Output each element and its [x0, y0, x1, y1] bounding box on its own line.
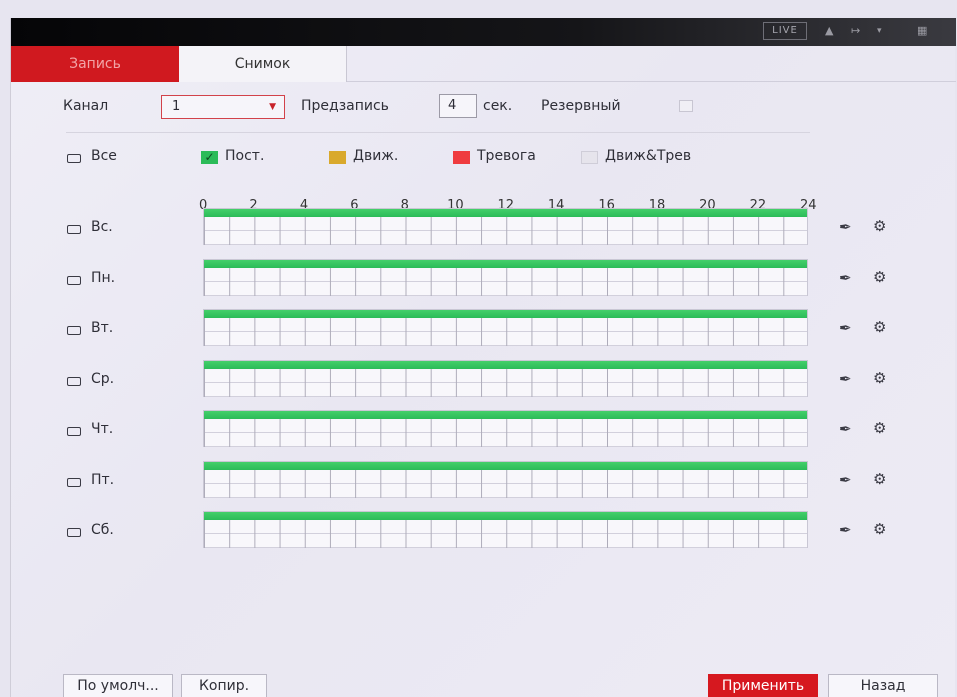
- record-period-bar[interactable]: [204, 209, 807, 217]
- day-checkbox[interactable]: [67, 427, 81, 436]
- gear-icon[interactable]: ⚙: [873, 520, 886, 538]
- schedule-timeline[interactable]: [203, 410, 808, 447]
- day-label: Пн.: [91, 269, 116, 286]
- legend-swatch-motion[interactable]: [329, 151, 346, 164]
- divider: [66, 132, 810, 133]
- day-checkbox[interactable]: [67, 326, 81, 335]
- tab-record[interactable]: Запись: [11, 46, 179, 82]
- reserve-checkbox[interactable]: [679, 100, 693, 112]
- day-label: Ср.: [91, 370, 115, 387]
- day-label: Вс.: [91, 219, 113, 235]
- day-checkbox[interactable]: [67, 376, 81, 386]
- record-period-bar[interactable]: [204, 259, 807, 268]
- tab-bar: Запись Снимок: [11, 46, 956, 82]
- pencil-icon[interactable]: ✒: [839, 521, 852, 539]
- record-period-bar[interactable]: [204, 512, 807, 520]
- timeline-grid: [204, 267, 807, 296]
- channel-label: Канал: [63, 98, 109, 114]
- prerecord-label: Предзапись: [301, 98, 389, 114]
- prerecord-unit: сек.: [483, 98, 513, 114]
- qr-icon[interactable]: ▦: [917, 24, 927, 37]
- schedule-timeline[interactable]: [203, 460, 808, 498]
- record-period-bar[interactable]: [204, 461, 807, 470]
- copy-button[interactable]: Копир.: [181, 674, 267, 697]
- default-button[interactable]: По умолч...: [63, 674, 173, 697]
- pencil-icon[interactable]: ✒: [839, 218, 852, 236]
- prerecord-input[interactable]: 4: [439, 94, 477, 118]
- gear-icon[interactable]: ⚙: [873, 268, 886, 286]
- gear-icon[interactable]: ⚙: [873, 369, 886, 387]
- record-period-bar[interactable]: [204, 411, 807, 419]
- gear-icon[interactable]: ⚙: [873, 419, 886, 437]
- day-checkbox[interactable]: [67, 275, 81, 285]
- day-checkbox[interactable]: [67, 225, 81, 234]
- live-button[interactable]: LIVE: [763, 22, 807, 40]
- back-button[interactable]: Назад: [828, 674, 938, 697]
- day-label: Пт.: [91, 471, 115, 488]
- legend-label-motion-alarm: Движ&Трев: [605, 148, 692, 164]
- schedule-timeline[interactable]: [203, 359, 808, 397]
- day-label: Сб.: [91, 522, 114, 538]
- day-checkbox[interactable]: [67, 477, 81, 487]
- schedule-timeline[interactable]: [203, 511, 808, 548]
- legend-label-constant: Пост.: [225, 148, 265, 164]
- timeline-grid: [204, 368, 807, 397]
- tab-snapshot[interactable]: Снимок: [179, 46, 347, 82]
- chevron-down-icon[interactable]: ▾: [877, 26, 882, 36]
- top-bar: LIVE ▲ ↦ ▾ ▦: [11, 18, 956, 46]
- legend-swatch-alarm[interactable]: [453, 151, 470, 164]
- select-all-checkbox[interactable]: [67, 154, 81, 163]
- channel-value: 1: [172, 99, 181, 114]
- channel-select[interactable]: 1 ▼: [161, 95, 285, 119]
- legend-swatch-motion-alarm[interactable]: [581, 151, 598, 164]
- prerecord-value: 4: [448, 98, 457, 113]
- legend-label-alarm: Тревога: [477, 148, 536, 164]
- schedule-timeline[interactable]: [203, 309, 808, 346]
- user-icon[interactable]: ▲: [825, 24, 833, 37]
- record-schedule-screen: LIVE ▲ ↦ ▾ ▦ Запись Снимок Канал 1 ▼ Пре…: [10, 18, 956, 697]
- legend-label-motion: Движ.: [353, 148, 399, 164]
- timeline-grid: [204, 520, 807, 548]
- timeline-grid: [204, 419, 807, 447]
- schedule-timeline[interactable]: [203, 208, 808, 245]
- gear-icon[interactable]: ⚙: [873, 318, 886, 336]
- pencil-icon[interactable]: ✒: [839, 319, 852, 337]
- schedule-timeline[interactable]: [203, 258, 808, 296]
- record-period-bar[interactable]: [204, 310, 807, 318]
- pencil-icon[interactable]: ✒: [839, 370, 852, 388]
- day-label: Чт.: [91, 421, 114, 437]
- chevron-down-icon: ▼: [269, 102, 276, 112]
- record-period-bar[interactable]: [204, 360, 807, 369]
- day-label: Вт.: [91, 320, 114, 336]
- legend-swatch-constant[interactable]: ✓: [201, 151, 218, 164]
- apply-button[interactable]: Применить: [708, 674, 818, 697]
- gear-icon[interactable]: ⚙: [873, 470, 886, 488]
- select-all-label: Все: [91, 148, 117, 164]
- logout-icon[interactable]: ↦: [851, 24, 860, 37]
- reserve-label: Резервный: [541, 98, 621, 114]
- pencil-icon[interactable]: ✒: [839, 269, 852, 287]
- timeline-grid: [204, 217, 807, 245]
- pencil-icon[interactable]: ✒: [839, 420, 852, 438]
- timeline-grid: [204, 318, 807, 346]
- check-icon: ✓: [204, 150, 215, 164]
- pencil-icon[interactable]: ✒: [839, 471, 852, 489]
- timeline-grid: [204, 469, 807, 498]
- gear-icon[interactable]: ⚙: [873, 217, 886, 235]
- day-checkbox[interactable]: [67, 528, 81, 537]
